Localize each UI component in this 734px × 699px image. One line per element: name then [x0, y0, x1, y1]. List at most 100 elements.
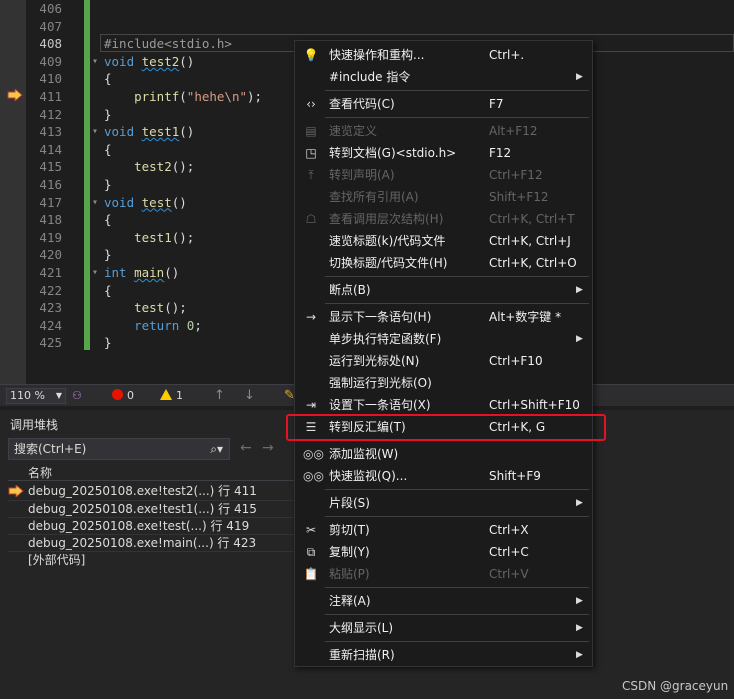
code-token: return: [134, 317, 180, 333]
call-stack-frame: debug_20250108.exe!main(...) 行 423: [28, 536, 257, 550]
line-number: 425: [39, 335, 62, 351]
zoom-dropdown[interactable]: 110 % ▼: [6, 388, 66, 404]
call-stack-row[interactable]: debug_20250108.exe!main(...) 行 423: [8, 534, 298, 551]
code-text: int main(): [104, 264, 179, 282]
code-token: (): [179, 53, 195, 69]
line-number: 416: [39, 177, 62, 192]
zoom-value: 110 %: [10, 389, 45, 402]
menu-item-label: 复制(Y): [329, 545, 370, 559]
menu-item-label: 单步执行特定函数(F): [329, 332, 442, 346]
fold-chevron-icon[interactable]: ▾: [92, 123, 98, 141]
code-text: void test(): [104, 194, 187, 212]
call-stack-row[interactable]: [外部代码]: [8, 551, 298, 568]
submenu-arrow-icon: ▶: [576, 285, 583, 295]
code-text: }: [104, 106, 112, 124]
menu-item[interactable]: 大纲显示(L) ▶: [295, 617, 592, 639]
warning-count[interactable]: 1: [160, 389, 183, 402]
line-number: 408: [39, 36, 62, 52]
call-stack-row[interactable]: debug_20250108.exe!test1(...) 行 415: [8, 500, 298, 517]
menu-item-shortcut: Ctrl+F12: [489, 168, 543, 182]
code-token: }: [104, 247, 112, 263]
menu-item[interactable]: ‹› 查看代码(C) F7: [295, 93, 592, 115]
back-arrow-icon[interactable]: ←: [240, 440, 252, 456]
menu-item-shortcut: Alt+数字键 *: [489, 310, 562, 324]
menu-item[interactable]: ◎◎ 添加监视(W): [295, 443, 592, 465]
menu-item: 查找所有引用(A) Shift+F12: [295, 186, 592, 208]
search-input[interactable]: 搜索(Ctrl+E) ⌕▾: [8, 438, 230, 460]
fold-chevron-icon[interactable]: ▾: [92, 194, 98, 212]
copilot-icon[interactable]: ⚇: [72, 389, 82, 402]
go-to-document-icon: ◳: [305, 146, 317, 160]
menu-item[interactable]: ◳ 转到文档(G)<stdio.h> F12: [295, 142, 592, 164]
line-number: 422: [39, 282, 62, 298]
line-number: 409: [39, 53, 62, 69]
code-text: }: [104, 246, 112, 264]
menu-item[interactable]: 运行到光标处(N) Ctrl+F10: [295, 350, 592, 372]
code-text: void test1(): [104, 123, 194, 141]
code-token: test2: [134, 159, 172, 175]
menu-item[interactable]: 片段(S) ▶: [295, 492, 592, 514]
menu-item[interactable]: 速览标题(k)/代码文件 Ctrl+K, Ctrl+J: [295, 230, 592, 252]
menu-item-label: 粘贴(P): [329, 567, 370, 581]
code-token: "hehe\n": [186, 89, 248, 104]
line-number: 419: [39, 229, 62, 245]
arrow-up-icon[interactable]: ↑: [214, 388, 225, 403]
line-number: 417: [39, 194, 62, 210]
call-hierarchy-icon: ☖: [305, 212, 317, 226]
code-line[interactable]: 406: [0, 0, 734, 18]
current-frame-arrow-icon: [8, 485, 24, 497]
error-count[interactable]: 0: [112, 389, 134, 402]
menu-item-label: 快速操作和重构...: [329, 48, 425, 62]
call-stack-frame: [外部代码]: [28, 553, 86, 567]
menu-item[interactable]: → 显示下一条语句(H) Alt+数字键 *: [295, 306, 592, 328]
call-stack-row[interactable]: debug_20250108.exe!test2(...) 行 411: [8, 483, 298, 500]
chevron-down-icon: ▼: [55, 391, 62, 400]
line-number: 415: [39, 159, 62, 175]
forward-arrow-icon[interactable]: →: [262, 440, 274, 456]
menu-item[interactable]: 单步执行特定函数(F) ▶: [295, 328, 592, 350]
code-token: (): [164, 265, 180, 280]
menu-separator: [325, 641, 589, 642]
menu-item[interactable]: ⧉ 复制(Y) Ctrl+C: [295, 541, 592, 563]
code-text: test();: [104, 299, 187, 317]
menu-item-label: 断点(B): [329, 283, 371, 297]
highlight-annotation-box: [286, 414, 606, 441]
menu-item[interactable]: 💡 快速操作和重构... Ctrl+.: [295, 44, 592, 66]
line-number: 423: [39, 300, 62, 316]
menu-item-label: 显示下一条语句(H): [329, 310, 432, 324]
menu-item-shortcut: Ctrl+K, Ctrl+T: [489, 212, 575, 226]
code-text: {: [104, 70, 112, 88]
menu-separator: [325, 587, 589, 588]
code-token: ();: [164, 300, 187, 316]
code-token: (): [171, 194, 187, 210]
menu-item-shortcut: Ctrl+F10: [489, 354, 543, 368]
call-stack-row[interactable]: debug_20250108.exe!test(...) 行 419: [8, 517, 298, 534]
menu-item-label: 切换标题/代码文件(H): [329, 256, 448, 270]
menu-item[interactable]: ✂ 剪切(T) Ctrl+X: [295, 519, 592, 541]
code-token: (): [179, 124, 195, 140]
menu-item[interactable]: 断点(B) ▶: [295, 279, 592, 301]
fold-chevron-icon[interactable]: ▾: [92, 53, 98, 71]
menu-item[interactable]: 重新扫描(R) ▶: [295, 644, 592, 666]
lightbulb-icon: 💡: [303, 48, 319, 62]
menu-item[interactable]: ◎◎ 快速监视(Q)... Shift+F9: [295, 465, 592, 487]
search-icon[interactable]: ⌕▾: [210, 439, 223, 459]
menu-item-label: #include 指令: [329, 70, 411, 84]
menu-item[interactable]: 强制运行到光标(O): [295, 372, 592, 394]
menu-item-label: 添加监视(W): [329, 447, 399, 461]
arrow-down-icon[interactable]: ↓: [244, 388, 255, 403]
menu-item[interactable]: #include 指令 ▶: [295, 66, 592, 88]
panel-title: 调用堆栈: [10, 418, 59, 432]
menu-item[interactable]: 切换标题/代码文件(H) Ctrl+K, Ctrl+O: [295, 252, 592, 274]
menu-item-shortcut: Ctrl+.: [489, 48, 525, 62]
warning-icon: [160, 389, 172, 400]
code-text: test2();: [104, 158, 194, 176]
column-name-header[interactable]: 名称: [28, 464, 52, 481]
fold-chevron-icon[interactable]: ▾: [92, 264, 98, 282]
call-stack-frame: debug_20250108.exe!test1(...) 行 415: [28, 502, 257, 516]
menu-item[interactable]: 注释(A) ▶: [295, 590, 592, 612]
menu-item[interactable]: ⇥ 设置下一条语句(X) Ctrl+Shift+F10: [295, 394, 592, 416]
code-line[interactable]: 407: [0, 18, 734, 36]
